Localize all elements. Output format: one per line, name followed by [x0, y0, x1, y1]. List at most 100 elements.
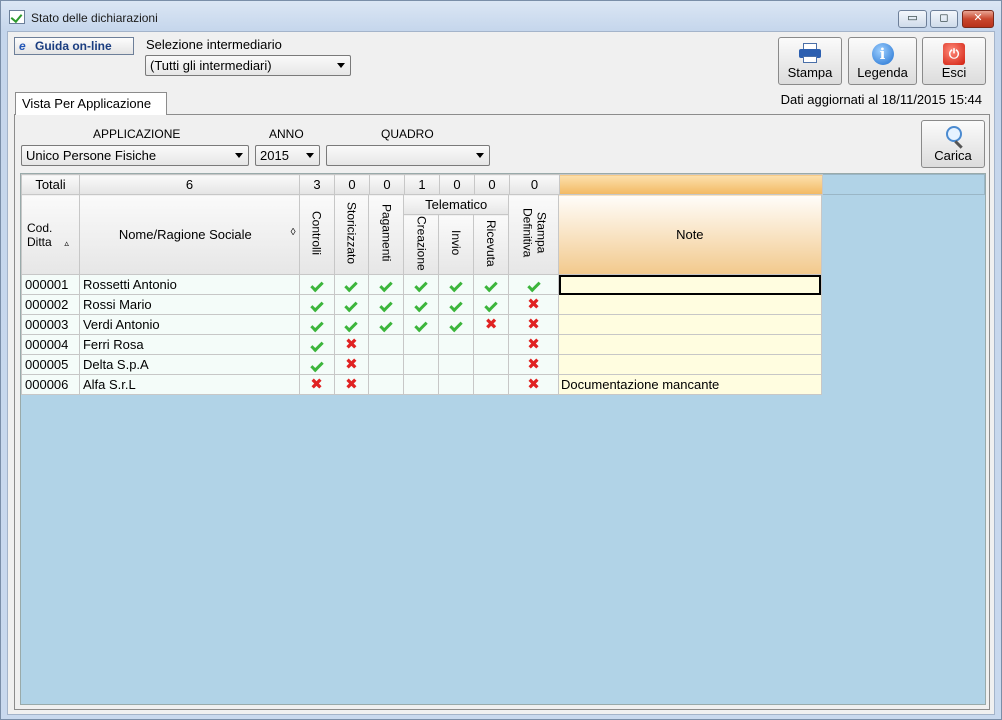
minimize-button[interactable]: ▭ [898, 10, 927, 28]
status-cell[interactable] [438, 334, 475, 355]
table-row[interactable]: 000006 Alfa S.r.L ✖ ✖ ✖ Documentazione mancan… [21, 374, 985, 395]
status-cell[interactable] [368, 274, 405, 295]
col-header-ricevuta[interactable]: Ricevuta [473, 214, 510, 275]
table-row[interactable]: 000002 Rossi Mario ✖ [21, 294, 985, 315]
table-row[interactable]: 000005 Delta S.p.A ✖ ✖ [21, 354, 985, 375]
nome-cell[interactable]: Ferri Rosa [78, 334, 300, 355]
status-cell[interactable] [473, 354, 510, 375]
status-cell[interactable]: ✖ [508, 294, 560, 315]
tab-vista-per-applicazione[interactable]: Vista Per Applicazione [15, 92, 167, 115]
nome-cell[interactable]: Alfa S.r.L [78, 374, 300, 395]
status-cell[interactable]: ✖ [333, 334, 370, 355]
status-cell[interactable] [298, 334, 335, 355]
close-button[interactable]: ✕ [962, 10, 994, 28]
quadro-select[interactable] [326, 145, 490, 166]
stampa-button[interactable]: Stampa [778, 37, 842, 85]
status-cell[interactable] [368, 334, 405, 355]
guida-online-button[interactable]: e Guida on-line [14, 37, 134, 55]
cod-ditta-cell[interactable]: 000003 [21, 314, 80, 335]
status-cell[interactable] [368, 294, 405, 315]
anno-select[interactable]: 2015 [255, 145, 320, 166]
status-cell[interactable] [403, 374, 440, 395]
status-cell[interactable] [438, 294, 475, 315]
note-cell[interactable] [558, 314, 822, 335]
cod-ditta-cell[interactable]: 000005 [21, 354, 80, 375]
status-cell[interactable] [473, 334, 510, 355]
status-cell[interactable] [438, 314, 475, 335]
status-cell[interactable]: ✖ [333, 374, 370, 395]
cod-ditta-cell[interactable]: 000001 [21, 274, 80, 295]
status-cell[interactable]: ✖ [333, 354, 370, 375]
col-header-pagamenti[interactable]: Pagamenti [368, 194, 405, 275]
carica-label: Carica [934, 148, 972, 163]
check-icon [379, 278, 394, 293]
status-cell[interactable] [438, 354, 475, 375]
note-cell[interactable] [558, 294, 822, 315]
check-icon [526, 278, 541, 293]
stampa-definitiva-header-label: Stampa Definitiva [520, 208, 549, 258]
col-header-stampa-definitiva[interactable]: Stampa Definitiva [508, 194, 560, 275]
status-cell[interactable] [473, 294, 510, 315]
status-cell[interactable] [438, 374, 475, 395]
applicazione-select[interactable]: Unico Persone Fisiche [21, 145, 249, 166]
status-cell[interactable]: ✖ [508, 374, 560, 395]
last-update-text: Dati aggiornati al 18/11/2015 15:44 [780, 92, 982, 107]
esci-button[interactable]: ⏻ Esci [922, 37, 986, 85]
nome-cell[interactable]: Rossetti Antonio [78, 274, 300, 295]
status-cell[interactable] [438, 274, 475, 295]
col-header-invio[interactable]: Invio [438, 214, 475, 275]
cod-ditta-cell[interactable]: 000002 [21, 294, 80, 315]
col-header-creazione[interactable]: Creazione [403, 214, 440, 275]
note-cell[interactable]: Documentazione mancante [558, 374, 822, 395]
status-cell[interactable]: ✖ [508, 354, 560, 375]
status-cell[interactable] [368, 314, 405, 335]
tab-panel: APPLICAZIONE ANNO QUADRO Unico Persone F… [14, 114, 990, 710]
cross-icon: ✖ [527, 296, 540, 313]
nome-cell[interactable]: Rossi Mario [78, 294, 300, 315]
status-cell[interactable] [508, 274, 560, 295]
col-header-controlli[interactable]: Controlli [298, 194, 335, 275]
note-cell[interactable] [558, 274, 822, 295]
nome-cell[interactable]: Verdi Antonio [78, 314, 300, 335]
table-row[interactable]: 000004 Ferri Rosa ✖ ✖ [21, 334, 985, 355]
nome-cell[interactable]: Delta S.p.A [78, 354, 300, 375]
status-cell[interactable]: ✖ [508, 334, 560, 355]
title-bar: Stato delle dichiarazioni ▭ ◻ ✕ [1, 1, 1001, 33]
status-cell[interactable] [403, 334, 440, 355]
status-cell[interactable] [368, 374, 405, 395]
status-cell[interactable] [368, 354, 405, 375]
table-row[interactable]: 000003 Verdi Antonio ✖ ✖ [21, 314, 985, 335]
status-cell[interactable] [298, 354, 335, 375]
maximize-button[interactable]: ◻ [930, 10, 958, 28]
status-cell[interactable] [333, 314, 370, 335]
status-cell[interactable] [298, 314, 335, 335]
status-cell[interactable] [403, 354, 440, 375]
status-cell[interactable]: ✖ [298, 374, 335, 395]
status-cell[interactable]: ✖ [508, 314, 560, 335]
status-cell[interactable] [403, 314, 440, 335]
status-cell[interactable]: ✖ [473, 314, 510, 335]
status-cell[interactable] [298, 274, 335, 295]
note-cell[interactable] [558, 334, 822, 355]
ricevuta-header-label: Ricevuta [484, 219, 499, 267]
status-cell[interactable] [473, 374, 510, 395]
status-cell[interactable] [333, 274, 370, 295]
check-icon [414, 318, 428, 333]
legenda-label: Legenda [857, 65, 908, 80]
note-cell[interactable] [558, 354, 822, 375]
status-cell[interactable] [473, 274, 510, 295]
table-row[interactable]: 000001 Rossetti Antonio [21, 274, 985, 295]
col-header-storicizzato[interactable]: Storicizzato [333, 194, 370, 275]
status-cell[interactable] [298, 294, 335, 315]
legenda-button[interactable]: i Legenda [848, 37, 917, 85]
intermediario-select[interactable]: (Tutti gli intermediari) [145, 55, 351, 76]
cod-ditta-cell[interactable]: 000004 [21, 334, 80, 355]
col-header-nome[interactable]: Nome/Ragione Sociale ◊ [78, 194, 300, 275]
status-cell[interactable] [403, 294, 440, 315]
status-cell[interactable] [403, 274, 440, 295]
col-header-note[interactable]: Note [558, 194, 822, 275]
carica-button[interactable]: Carica [921, 120, 985, 168]
status-cell[interactable] [333, 294, 370, 315]
cod-ditta-cell[interactable]: 000006 [21, 374, 80, 395]
col-header-cod[interactable]: Cod. Ditta ▵ [21, 194, 80, 275]
